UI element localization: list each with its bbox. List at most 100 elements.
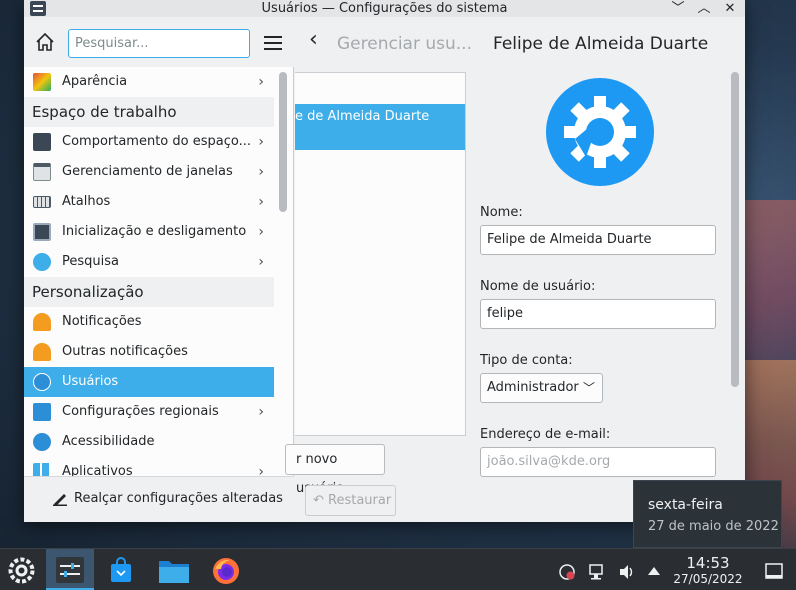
pencil-icon (53, 494, 67, 506)
clock-time: 14:53 (686, 554, 730, 572)
settings-window: Usuários — Configurações do sistema ﹀ ︿ … (24, 0, 745, 522)
chevron-right-icon: › (258, 164, 264, 180)
keyboard-icon (33, 196, 51, 208)
updates-icon[interactable] (558, 563, 576, 581)
name-label: Nome: (480, 205, 523, 220)
regional-icon (33, 403, 51, 421)
account-type-value: Administrador (487, 380, 579, 395)
user-list-item[interactable]: e de Almeida Duarte (295, 104, 465, 150)
highlight-changed-settings-label: Realçar configurações alteradas (74, 491, 283, 506)
minimize-button[interactable]: ﹀ (667, 0, 689, 17)
application-launcher[interactable] (0, 549, 48, 590)
taskbar-item-system-settings[interactable] (46, 549, 94, 590)
sidebar-item-usuarios[interactable]: Usuários (24, 367, 274, 397)
window-management-icon (33, 163, 51, 181)
window-title: Usuários — Configurações do sistema (261, 1, 508, 16)
window-titlebar[interactable]: Usuários — Configurações do sistema ﹀ ︿ … (24, 0, 745, 17)
sidebar-item-aparencia[interactable]: Aparência › (24, 67, 274, 97)
main-content: e de Almeida Duarte r novo usuário ↶ Res… (285, 67, 745, 522)
volume-icon[interactable] (618, 563, 636, 581)
sidebar-item-label: Usuários (62, 374, 119, 389)
sidebar-footer: Realçar configurações alteradas (24, 476, 294, 522)
digital-clock[interactable]: 14:53 27/05/2022 (668, 554, 748, 586)
add-new-user-button[interactable]: r novo usuário (285, 444, 385, 496)
sidebar-item-notificacoes[interactable]: Notificações (24, 307, 274, 337)
breadcrumb[interactable]: Gerenciar usu... (337, 34, 472, 54)
network-icon[interactable] (588, 563, 606, 581)
tooltip-date: 27 de maio de 2022 (648, 519, 779, 534)
name-field[interactable]: Felipe de Almeida Duarte (480, 225, 716, 255)
restore-label: Restaurar (328, 493, 392, 508)
sidebar-item-label: Comportamento do espaço... (62, 134, 251, 149)
maximize-button[interactable]: ︿ (693, 0, 715, 17)
accessibility-icon (33, 433, 51, 451)
search-icon (33, 253, 51, 271)
clock-date: 27/05/2022 (673, 572, 743, 586)
account-type-label: Tipo de conta: (480, 353, 573, 368)
bell-icon (33, 313, 51, 331)
sidebar-item-label: Acessibilidade (62, 434, 155, 449)
sidebar-item-atalhos[interactable]: Atalhos › (24, 187, 274, 217)
sidebar-item-acessibilidade[interactable]: Acessibilidade (24, 427, 274, 457)
users-icon (33, 373, 51, 391)
sidebar-item-label: Gerenciamento de janelas (62, 164, 233, 179)
sidebar-item-outras-notificacoes[interactable]: Outras notificações (24, 337, 274, 367)
account-type-select[interactable]: Administrador ﹀ (480, 373, 603, 403)
user-avatar[interactable] (545, 77, 655, 187)
content-scrollbar[interactable] (731, 72, 739, 387)
chevron-right-icon: › (258, 134, 264, 150)
username-field[interactable]: felipe (480, 299, 716, 329)
taskbar-item-discover[interactable] (98, 549, 146, 590)
sidebar-scrollbar[interactable] (279, 72, 287, 212)
chevron-right-icon: › (258, 224, 264, 240)
sidebar-item-pesquisa[interactable]: Pesquisa › (24, 247, 274, 277)
sidebar-item-label: Pesquisa (62, 254, 119, 269)
sidebar-item-inicializacao[interactable]: Inicialização e desligamento › (24, 217, 274, 247)
sidebar-item-label: Outras notificações (62, 344, 188, 359)
sidebar-group-header: Espaço de trabalho (24, 97, 274, 127)
kde-launcher-icon (8, 557, 35, 584)
username-label: Nome de usuário: (480, 279, 596, 294)
user-list: e de Almeida Duarte (295, 72, 466, 436)
user-list-item-name: e de Almeida Duarte (295, 109, 430, 124)
sidebar-item-comportamento[interactable]: Comportamento do espaço... › (24, 127, 274, 157)
firefox-icon (213, 558, 239, 584)
tooltip-weekday: sexta-feira (648, 497, 723, 513)
highlight-changed-settings-button[interactable]: Realçar configurações alteradas (52, 491, 283, 506)
system-settings-app-icon (30, 1, 46, 16)
taskbar-item-file-manager[interactable] (150, 549, 198, 590)
sidebar-item-label: Configurações regionais (62, 404, 219, 419)
show-desktop-icon[interactable] (765, 563, 783, 579)
folder-icon (159, 561, 189, 583)
email-field[interactable]: joão.silva@kde.org (480, 447, 716, 477)
search-input[interactable] (68, 29, 250, 58)
date-tooltip: sexta-feira 27 de maio de 2022 (633, 480, 782, 548)
home-icon[interactable] (34, 31, 56, 53)
page-title: Felipe de Almeida Duarte (493, 34, 709, 54)
sidebar-item-regionais[interactable]: Configurações regionais › (24, 397, 274, 427)
taskbar-item-firefox[interactable] (202, 549, 250, 590)
system-settings-icon (56, 557, 84, 583)
undo-icon: ↶ (313, 493, 324, 508)
sidebar-group-header: Personalização (24, 277, 274, 307)
chevron-down-icon: ﹀ (582, 381, 595, 395)
taskbar: 14:53 27/05/2022 (0, 548, 796, 590)
sidebar-item-label: Inicialização e desligamento (62, 224, 247, 239)
chevron-right-icon: › (258, 254, 264, 270)
close-button[interactable]: ✕ (719, 0, 741, 17)
chevron-up-icon[interactable] (648, 567, 660, 575)
chevron-right-icon: › (258, 404, 264, 420)
chevron-right-icon: › (258, 74, 264, 90)
startup-icon (33, 223, 51, 241)
sidebar-item-janelas[interactable]: Gerenciamento de janelas › (24, 157, 274, 187)
back-arrow-icon[interactable]: ‹ (309, 27, 318, 52)
bell-icon (33, 343, 51, 361)
appearance-icon (33, 73, 51, 91)
sidebar-item-label: Aparência (62, 74, 128, 89)
restore-button[interactable]: ↶ Restaurar (305, 485, 396, 516)
sidebar: Aparência › Espaço de trabalho Comportam… (24, 17, 294, 522)
page-header: ‹ Gerenciar usu... Felipe de Almeida Dua… (295, 17, 745, 67)
sidebar-toolbar (24, 17, 294, 67)
hamburger-menu-icon[interactable] (264, 36, 282, 50)
shopping-bag-icon (111, 557, 131, 582)
